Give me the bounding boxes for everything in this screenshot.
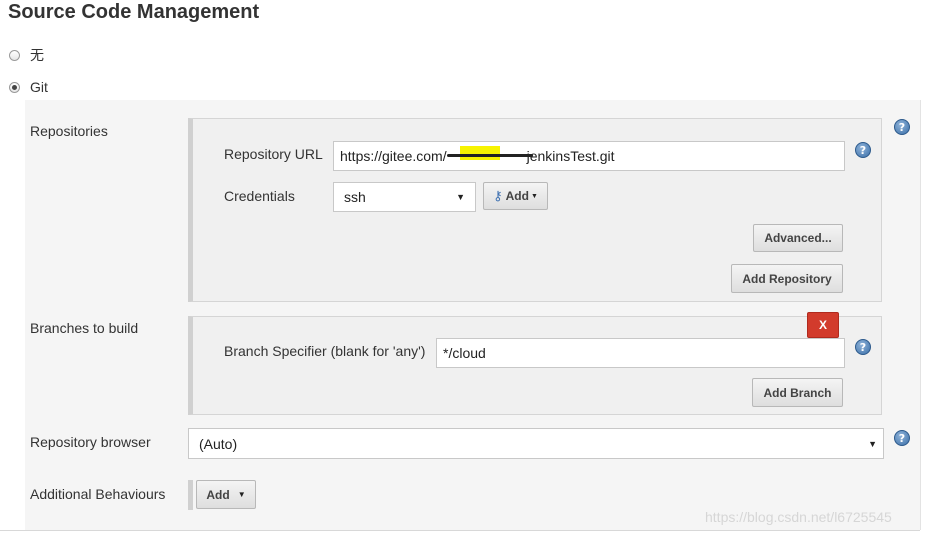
credentials-label: Credentials [224,188,295,204]
behaviours-bar [188,480,193,510]
watermark: https://blog.csdn.net/l6725545 [705,509,892,525]
config-area-border [920,100,921,530]
branch-specifier-label: Branch Specifier (blank for 'any') [224,343,426,359]
scm-option-git[interactable]: Git [9,77,48,97]
repositories-label: Repositories [30,123,108,139]
add-repository-button[interactable]: Add Repository [731,264,843,293]
section-title: Source Code Management [8,1,260,23]
repository-browser-selected: (Auto) [199,435,238,452]
add-branch-button[interactable]: Add Branch [752,378,843,407]
delete-branch-button[interactable]: X [807,312,839,338]
repository-url-value: https://gitee.com/ [340,148,447,164]
help-icon-url[interactable]: ? [855,142,871,158]
redacted-segment [446,146,533,163]
add-credentials-button[interactable]: ⚷ Add ▼ [483,182,548,210]
chevron-down-icon: ▼ [237,490,246,499]
repository-url-label: Repository URL [224,146,323,162]
repository-url-tail: jenkinsTest.git [526,148,615,164]
repository-url-input[interactable]: https://gitee.com/ jenkinsTest.git [333,141,845,171]
redaction-scribble [446,154,533,157]
additional-behaviours-label: Additional Behaviours [30,486,166,502]
credentials-selected: ssh [344,189,366,205]
help-icon-branch[interactable]: ? [855,339,871,355]
key-icon: ⚷ [493,188,503,203]
branch-specifier-value: */cloud [443,345,486,361]
chevron-down-icon: ▼ [868,438,877,449]
help-icon-browser[interactable]: ? [894,430,910,446]
repository-browser-select[interactable]: (Auto) ▼ [188,428,884,459]
bottom-divider [0,530,920,531]
scm-option-git-label: Git [30,79,48,95]
add-behaviour-button[interactable]: Add ▼ [196,480,256,509]
add-behaviour-label: Add [206,487,230,502]
chevron-down-icon: ▼ [456,192,465,202]
redaction-highlight [459,146,500,160]
credentials-select[interactable]: ssh ▼ [333,182,476,212]
branches-label: Branches to build [30,320,139,336]
scm-option-none-label: 无 [30,47,44,63]
scm-option-none[interactable]: 无 [9,45,44,65]
advanced-button[interactable]: Advanced... [753,224,843,252]
add-credentials-label: Add [505,189,529,203]
radio-git[interactable] [9,81,20,93]
branch-specifier-input[interactable]: */cloud [436,338,845,368]
chevron-down-icon: ▼ [530,192,538,200]
radio-none[interactable] [9,49,20,61]
help-icon-repositories[interactable]: ? [894,119,910,135]
repository-browser-label: Repository browser [30,434,151,450]
